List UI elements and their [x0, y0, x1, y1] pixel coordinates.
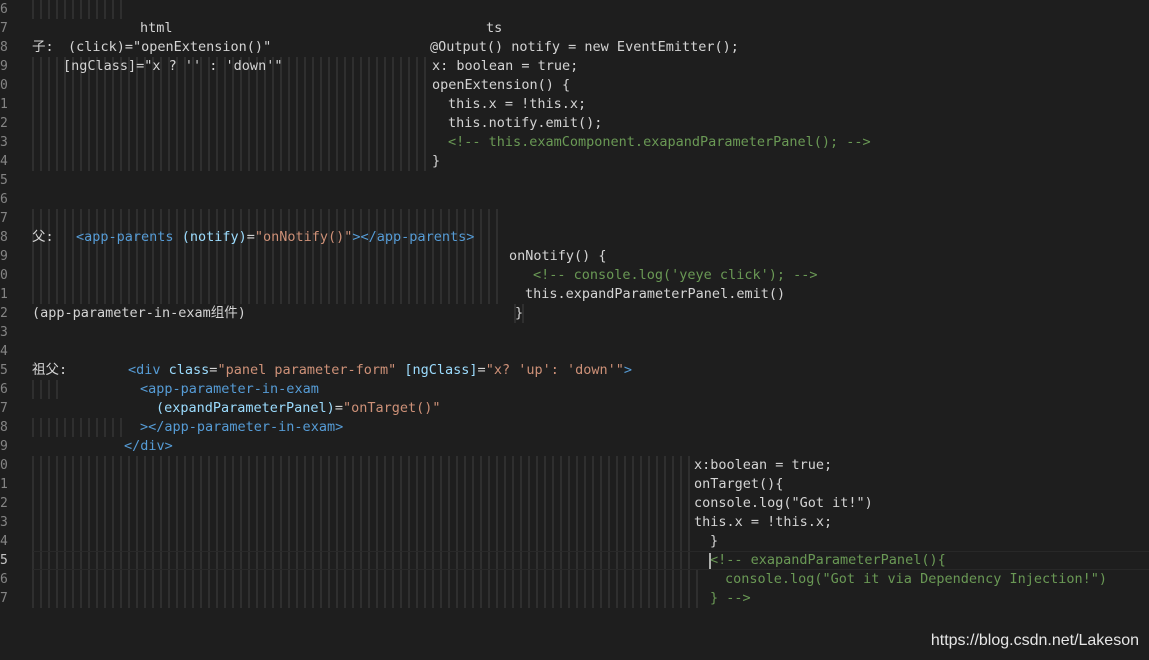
line-number: 8: [0, 230, 8, 245]
line-number: 0: [0, 268, 8, 283]
line-number: 3: [0, 135, 8, 150]
parent-html-line[interactable]: <app-parents (notify)="onNotify()"></app…: [76, 228, 474, 247]
current-line-highlight: [33, 551, 1149, 570]
tag-bracket: ></: [352, 229, 377, 245]
attribute-name: class: [168, 362, 210, 378]
attribute-value: "onNotify()": [254, 229, 353, 245]
child-ts-line-5[interactable]: this.notify.emit();: [448, 114, 602, 133]
equals-sign: =: [246, 229, 255, 245]
line-number: 0: [0, 458, 8, 473]
line-number: 7: [0, 211, 8, 226]
parent-ts-line-4[interactable]: }: [515, 304, 523, 323]
child-ts-line-4[interactable]: this.x = !this.x;: [448, 95, 586, 114]
line-number: 8: [0, 420, 8, 435]
parent-ts-line-1[interactable]: onNotify() {: [509, 247, 607, 266]
attribute-name: (notify): [181, 229, 247, 245]
grandparent-ts-line-3[interactable]: console.log("Got it!"): [694, 494, 873, 513]
child-ts-line-7[interactable]: }: [432, 152, 440, 171]
line-number: 4: [0, 344, 8, 359]
tag-bracket: >: [623, 362, 632, 378]
line-number: 7: [0, 591, 8, 606]
attribute-value: "panel parameter-form": [217, 362, 397, 378]
line-number: 4: [0, 534, 8, 549]
parent-label: 父:: [32, 229, 54, 245]
text-cursor: [709, 553, 711, 569]
grandparent-div-close[interactable]: </div>: [124, 437, 173, 456]
grandparent-ts-comment-1[interactable]: <!-- exapandParameterPanel(){: [710, 551, 946, 570]
tag-name: app-parents: [84, 229, 174, 245]
line-number: 2: [0, 116, 8, 131]
line-number: 2: [0, 496, 8, 511]
line-number: 7: [0, 21, 8, 36]
line-number: 7: [0, 401, 8, 416]
parent-ts-comment[interactable]: <!-- console.log('yeye click'); -->: [533, 266, 817, 285]
line-number: 5: [0, 173, 8, 188]
child-html-line-1[interactable]: (click)="openExtension()": [68, 38, 271, 57]
grandparent-inner-close[interactable]: ></app-parameter-in-exam>: [140, 418, 343, 437]
line-number: 9: [0, 59, 8, 74]
attribute-name: [ngClass]: [404, 362, 478, 378]
line-number: 6: [0, 2, 8, 17]
grandparent-ts-line-5[interactable]: }: [710, 532, 718, 551]
child-ts-comment[interactable]: <!-- this.examComponent.exapandParameter…: [448, 133, 871, 152]
tag-name: <div: [128, 362, 161, 378]
attribute-value: "onTarget()": [342, 400, 441, 416]
grandparent-ts-line-2[interactable]: onTarget(){: [694, 475, 783, 494]
grandparent-label: 祖父:: [32, 362, 68, 378]
grandparent-ts-line-1[interactable]: x:boolean = true;: [694, 456, 832, 475]
ts-heading: ts: [486, 20, 503, 36]
tag-bracket: >: [466, 229, 475, 245]
line-number: 5: [0, 553, 8, 568]
attribute-name: (expandParameterPanel): [156, 400, 335, 416]
grandparent-ts-comment-3[interactable]: } -->: [710, 589, 751, 608]
line-number: 4: [0, 154, 8, 169]
child-html-line-2[interactable]: [ngClass]="x ? '' : 'down'": [63, 57, 282, 76]
line-number: 0: [0, 78, 8, 93]
tag-name: app-parameter-in-exam: [148, 381, 319, 397]
line-number: 3: [0, 515, 8, 530]
grandparent-ts-comment-2[interactable]: console.log("Got it via Dependency Injec…: [725, 570, 1107, 589]
line-number: 6: [0, 382, 8, 397]
watermark: https://blog.csdn.net/Lakeson: [930, 632, 1139, 649]
line-number: 1: [0, 97, 8, 112]
line-number: 1: [0, 477, 8, 492]
line-number: 2: [0, 306, 8, 321]
attribute-value: "x? 'up': 'down'": [485, 362, 624, 378]
component-note: (app-parameter-in-exam组件): [32, 305, 246, 321]
grandparent-div-open[interactable]: <div class="panel parameter-form" [ngCla…: [128, 361, 632, 380]
child-label: 子:: [32, 39, 54, 55]
line-number: 8: [0, 40, 8, 55]
line-number: 6: [0, 572, 8, 587]
grandparent-inner-attr[interactable]: (expandParameterPanel)="onTarget()": [156, 399, 441, 418]
tag-bracket: <: [140, 381, 149, 397]
line-number: 6: [0, 192, 8, 207]
tag-name: app-parents: [376, 229, 467, 245]
code-editor[interactable]: 6 7 8 9 0 1 2 3 4 5 6 7 8 9 0 1 2 3 4 5 6 7 8 9 0 1 2 3 4 5 6 7 html ts…: [0, 0, 1149, 660]
line-number: 9: [0, 439, 8, 454]
tag-bracket: <: [76, 229, 85, 245]
parent-ts-line-3[interactable]: this.expandParameterPanel.emit(): [525, 285, 785, 304]
html-heading: html: [140, 20, 173, 36]
line-number: 3: [0, 325, 8, 340]
line-number: 1: [0, 287, 8, 302]
child-ts-line-1[interactable]: @Output() notify = new EventEmitter();: [430, 38, 739, 57]
tag-name: app-parameter-in-exam: [164, 419, 336, 435]
child-ts-line-2[interactable]: x: boolean = true;: [432, 57, 578, 76]
line-number: 9: [0, 249, 8, 264]
tag-bracket: >: [335, 419, 344, 435]
grandparent-inner-open[interactable]: <app-parameter-in-exam: [140, 380, 319, 399]
child-ts-line-3[interactable]: openExtension() {: [432, 76, 570, 95]
grandparent-ts-line-4[interactable]: this.x = !this.x;: [694, 513, 832, 532]
line-number: 5: [0, 363, 8, 378]
tag-bracket: ></: [140, 419, 165, 435]
